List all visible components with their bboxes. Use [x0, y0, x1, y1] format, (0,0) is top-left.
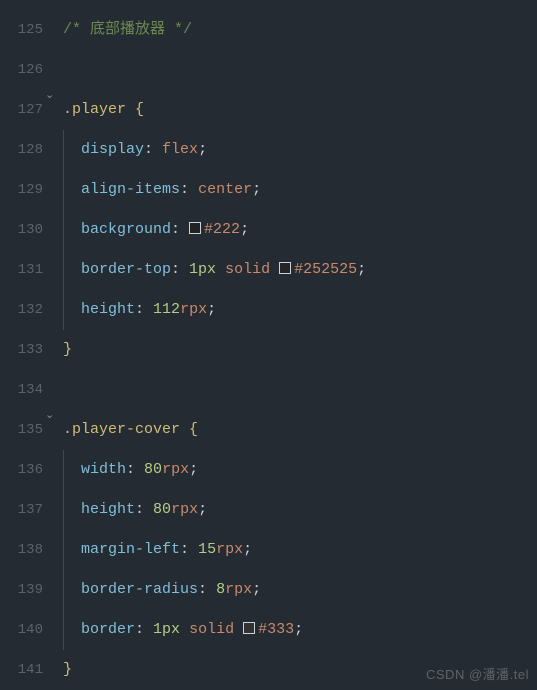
css-property: display: [81, 141, 144, 158]
line-number: 135: [0, 410, 49, 450]
css-unit: rpx: [216, 541, 243, 558]
css-unit: rpx: [180, 301, 207, 318]
color-swatch-icon[interactable]: [279, 262, 291, 274]
code-line: border: 1px solid #333;: [63, 610, 537, 650]
code-line: align-items: center;: [63, 170, 537, 210]
line-number: 141: [0, 650, 49, 690]
code-line: margin-left: 15rpx;: [63, 530, 537, 570]
line-number: 136: [0, 450, 49, 490]
code-area[interactable]: /* 底部播放器 */ .player { display: flex; ali…: [63, 0, 537, 689]
code-line: height: 112rpx;: [63, 290, 537, 330]
line-number: 139: [0, 570, 49, 610]
code-line: .player {: [63, 90, 537, 130]
fold-toggle-icon[interactable]: ⌄: [45, 88, 54, 102]
line-number-gutter: 125 126 127 128 129 130 131 132 133 134 …: [0, 0, 49, 689]
code-line: height: 80rpx;: [63, 490, 537, 530]
color-swatch-icon[interactable]: [243, 622, 255, 634]
line-number: 125: [0, 10, 49, 50]
css-number: 8: [216, 581, 225, 598]
code-editor: 125 126 127 128 129 130 131 132 133 134 …: [0, 0, 537, 689]
css-property: background: [81, 221, 171, 238]
css-property: border-radius: [81, 581, 198, 598]
line-number: 140: [0, 610, 49, 650]
fold-column: ⌄ ⌄: [49, 0, 63, 689]
css-number: 1px: [153, 621, 180, 638]
css-number: 80: [144, 461, 162, 478]
css-property: border: [81, 621, 135, 638]
code-line: display: flex;: [63, 130, 537, 170]
css-selector: .player: [63, 101, 126, 118]
css-unit: rpx: [171, 501, 198, 518]
line-number: 126: [0, 50, 49, 90]
close-brace: }: [63, 341, 72, 358]
css-number: 1px: [189, 261, 216, 278]
code-line: }: [63, 330, 537, 370]
css-value: center: [198, 181, 252, 198]
code-line: .player-cover {: [63, 410, 537, 450]
css-unit: rpx: [162, 461, 189, 478]
css-color: #222: [204, 221, 240, 238]
line-number: 128: [0, 130, 49, 170]
css-value: solid: [189, 621, 234, 638]
css-property: align-items: [81, 181, 180, 198]
code-line: width: 80rpx;: [63, 450, 537, 490]
css-comment: /* 底部播放器 */: [63, 21, 192, 38]
line-number: 132: [0, 290, 49, 330]
close-brace: }: [63, 661, 72, 678]
watermark-text: CSDN @潘潘.tel: [426, 664, 529, 683]
css-value: flex: [162, 141, 198, 158]
code-line: [63, 370, 537, 410]
css-property: width: [81, 461, 126, 478]
code-line: /* 底部播放器 */: [63, 10, 537, 50]
css-selector: .player-cover: [63, 421, 180, 438]
code-line: [63, 50, 537, 90]
open-brace: {: [126, 101, 144, 118]
line-number: 127: [0, 90, 49, 130]
line-number: 133: [0, 330, 49, 370]
css-color: #252525: [294, 261, 357, 278]
css-number: 112: [153, 301, 180, 318]
line-number: 137: [0, 490, 49, 530]
fold-toggle-icon[interactable]: ⌄: [45, 408, 54, 422]
css-property: height: [81, 501, 135, 518]
code-line: border-radius: 8rpx;: [63, 570, 537, 610]
css-property: border-top: [81, 261, 171, 278]
css-property: height: [81, 301, 135, 318]
code-line: border-top: 1px solid #252525;: [63, 250, 537, 290]
line-number: 130: [0, 210, 49, 250]
css-number: 80: [153, 501, 171, 518]
css-number: 15: [198, 541, 216, 558]
css-color: #333: [258, 621, 294, 638]
line-number: 134: [0, 370, 49, 410]
line-number: 131: [0, 250, 49, 290]
code-line: background: #222;: [63, 210, 537, 250]
css-unit: rpx: [225, 581, 252, 598]
line-number: 129: [0, 170, 49, 210]
open-brace: {: [180, 421, 198, 438]
color-swatch-icon[interactable]: [189, 222, 201, 234]
css-property: margin-left: [81, 541, 180, 558]
css-value: solid: [225, 261, 270, 278]
line-number: 138: [0, 530, 49, 570]
